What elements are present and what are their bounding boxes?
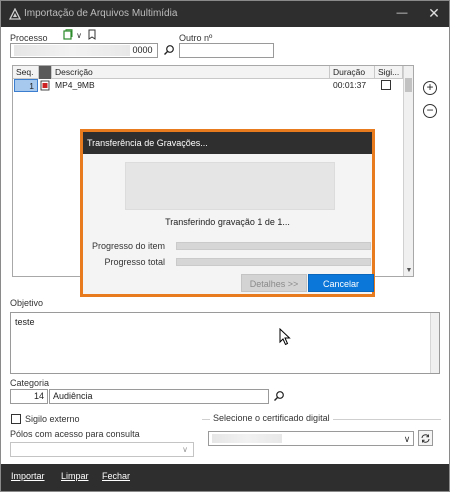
objetivo-textarea[interactable]: teste	[10, 312, 440, 374]
import-window: Importação de Arquivos Multimídia — ✕ Pr…	[0, 0, 450, 492]
limpar-button[interactable]: Limpar	[61, 471, 89, 481]
col-descricao[interactable]: Descrição	[52, 66, 330, 79]
window-title: Importação de Arquivos Multimídia	[24, 8, 178, 19]
processo-input[interactable]: 0000	[10, 43, 158, 58]
transfer-status: Transferindo gravação 1 de 1...	[165, 217, 290, 227]
app-logo-icon	[9, 8, 21, 20]
certificado-select[interactable]	[208, 431, 414, 446]
scroll-down-arrow-icon[interactable]: ▼	[404, 267, 414, 274]
polos-select[interactable]	[10, 442, 194, 457]
progress-item-label: Progresso do item	[91, 241, 165, 251]
refresh-button[interactable]	[418, 430, 433, 446]
outro-label: Outro nº	[179, 33, 213, 43]
progress-item-bar	[176, 242, 371, 250]
refresh-icon	[421, 434, 430, 443]
video-file-icon	[40, 80, 50, 91]
title-bar: Importação de Arquivos Multimídia — ✕	[1, 1, 449, 27]
categoria-search-icon[interactable]	[273, 390, 285, 402]
certificado-label: Selecione o certificado digital	[210, 413, 333, 423]
progress-total-label: Progresso total	[104, 257, 165, 267]
footer-bar: Importar Limpar Fechar	[1, 464, 449, 491]
certificado-value	[212, 434, 282, 443]
sigilo-externo-checkbox[interactable]	[11, 414, 21, 424]
chevron-down-icon[interactable]: ∨	[74, 29, 84, 43]
col-type[interactable]	[39, 66, 52, 79]
row-duracao: 00:01:37	[333, 80, 367, 90]
progress-total-bar	[176, 258, 371, 266]
transfer-dialog: Transferência de Gravações... Transferin…	[80, 129, 375, 297]
row-sigilo-checkbox[interactable]	[381, 80, 391, 90]
dialog-title: Transferência de Gravações...	[83, 132, 372, 154]
sigilo-externo-label: Sigilo externo	[25, 414, 80, 424]
categoria-name-input[interactable]: Audiência	[49, 389, 269, 404]
categoria-label: Categoria	[10, 378, 50, 388]
certificado-chevron-down-icon[interactable]: ∨	[400, 432, 414, 446]
categoria-code-input[interactable]: 14	[10, 389, 48, 404]
transfer-animation-area	[125, 162, 335, 210]
outro-input[interactable]	[179, 43, 274, 58]
objetivo-label: Objetivo	[10, 298, 44, 308]
remove-button[interactable]: −	[423, 104, 437, 118]
add-button[interactable]: +	[423, 81, 437, 95]
table-row[interactable]: 1 MP4_9MB 00:01:37	[13, 79, 403, 92]
col-sigilo[interactable]: Sigi...	[375, 66, 403, 79]
table-scrollbar[interactable]: ▼	[403, 66, 413, 276]
table-header: Seq. Descrição Duração Sigi...	[13, 66, 403, 79]
col-seq[interactable]: Seq.	[13, 66, 39, 79]
polos-label: Pólos com acesso para consulta	[10, 429, 140, 439]
fechar-button[interactable]: Fechar	[102, 471, 130, 481]
processo-value: 0000	[132, 45, 153, 55]
objetivo-scrollbar[interactable]	[430, 313, 439, 373]
row-descricao: MP4_9MB	[55, 80, 95, 90]
details-button[interactable]: Detalhes >>	[241, 274, 307, 292]
objetivo-value: teste	[15, 317, 35, 327]
minimize-button[interactable]: —	[393, 5, 411, 23]
polos-chevron-down-icon[interactable]: ∨	[178, 443, 192, 457]
row-seq[interactable]: 1	[14, 79, 38, 92]
search-icon[interactable]	[163, 44, 175, 56]
cancel-button[interactable]: Cancelar	[308, 274, 374, 292]
bookmark-icon[interactable]	[87, 29, 97, 40]
close-button[interactable]: ✕	[425, 5, 443, 23]
mouse-cursor-icon	[279, 328, 291, 346]
new-process-icon[interactable]	[63, 29, 73, 40]
processo-label: Processo	[10, 33, 48, 43]
scroll-thumb[interactable]	[405, 78, 412, 92]
importar-button[interactable]: Importar	[11, 471, 45, 481]
col-duracao[interactable]: Duração	[330, 66, 375, 79]
